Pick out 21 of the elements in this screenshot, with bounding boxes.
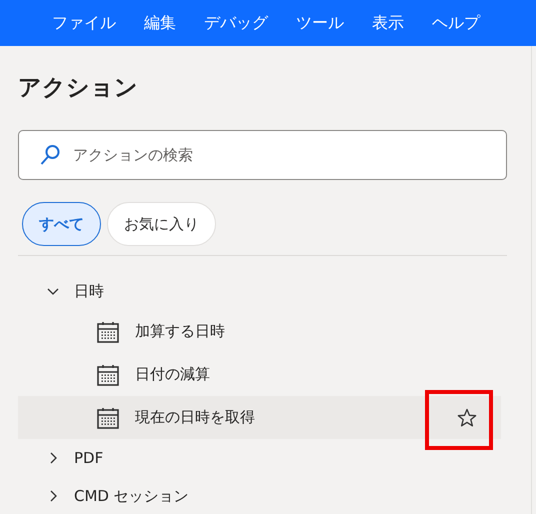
calendar-icon — [97, 406, 119, 428]
search-field[interactable]: アクションの検索 — [18, 130, 507, 180]
tree-category[interactable]: 日時 — [74, 282, 104, 300]
tree-category[interactable]: PDF — [74, 449, 104, 467]
calendar-icon — [97, 364, 119, 386]
menu-item[interactable]: 編集 — [144, 12, 176, 34]
action-item[interactable]: 現在の日時を取得 — [135, 408, 255, 427]
star-icon[interactable] — [457, 408, 477, 428]
filter-tab[interactable]: お気に入り — [107, 202, 216, 246]
menu-item[interactable]: ツール — [296, 12, 344, 34]
action-item[interactable]: 加算する日時 — [135, 322, 225, 341]
calendar-icon — [97, 320, 119, 342]
menu-item[interactable]: ファイル — [52, 12, 116, 34]
menu-item[interactable]: ヘルプ — [432, 12, 480, 34]
filter-tab[interactable]: すべて — [22, 202, 101, 246]
highlighted-row[interactable]: 現在の日時を取得 — [18, 396, 501, 439]
menu-item[interactable]: デバッグ — [204, 12, 268, 34]
menu-item[interactable]: 表示 — [372, 12, 404, 34]
action-item[interactable]: 日付の減算 — [135, 365, 210, 384]
panel-title: アクション — [18, 74, 139, 103]
tree-category[interactable]: CMD セッション — [74, 486, 189, 506]
